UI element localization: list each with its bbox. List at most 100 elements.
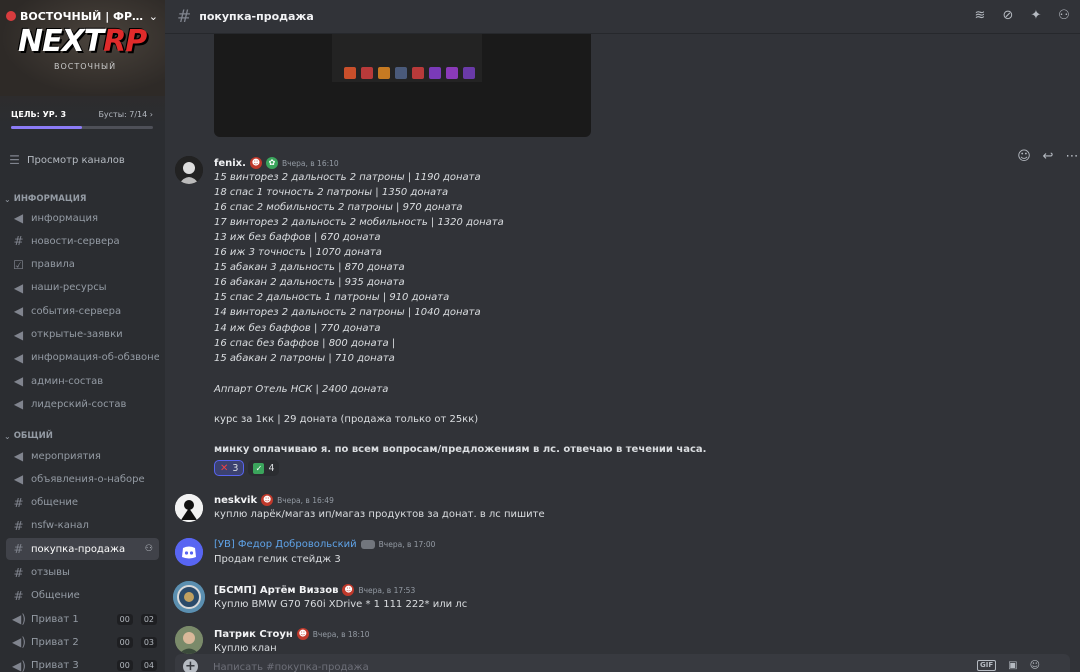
channel-label: открытые-заявки: [31, 329, 123, 340]
role-badge-icon: ☻: [342, 584, 355, 596]
channel-label: отзывы: [31, 567, 70, 578]
avatar[interactable]: [175, 494, 203, 522]
browse-channels-button[interactable]: ☰ Просмотр каналов: [8, 150, 158, 170]
sidebar-channel[interactable]: ◀) Приват 1 00 02: [6, 608, 159, 630]
sticker-icon[interactable]: ▣: [1008, 660, 1017, 671]
inventory-slot: [378, 67, 390, 79]
message-header: [УВ] Федор Добровольский Вчера, в 17:00: [214, 539, 435, 550]
message-line: 16 спас 2 мобильность 2 патроны | 970 до…: [214, 202, 463, 214]
avatar[interactable]: [175, 156, 203, 184]
hash-icon: #: [13, 542, 24, 557]
hash-icon: #: [13, 495, 24, 510]
server-name-row[interactable]: ВОСТОЧНЫЙ | ФРА... ⌄: [6, 8, 158, 24]
message-header: neskvik ☻ Вчера, в 16:49: [214, 494, 334, 506]
message-input[interactable]: [213, 659, 913, 672]
nitro-badge-icon: ✿: [265, 157, 278, 169]
more-options-icon[interactable]: ⋯: [1065, 149, 1079, 164]
timestamp: Вчера, в 16:49: [277, 495, 334, 505]
reply-icon[interactable]: ↩: [1041, 149, 1055, 164]
sidebar-channel[interactable]: # nsfw-канал: [6, 515, 159, 537]
image-attachment[interactable]: [214, 34, 591, 137]
message-line: 17 винторез 2 дальность 2 мобильность | …: [214, 217, 504, 229]
sidebar-channel[interactable]: ◀) Приват 3 00 04: [6, 655, 159, 672]
sidebar-channel[interactable]: # покупка-продажа ⚇: [6, 538, 159, 561]
discord-logo-icon: [175, 538, 203, 566]
server-logo: NEXTRP: [18, 24, 147, 59]
rules-icon: ☑: [13, 257, 24, 272]
sidebar-channel[interactable]: # отзывы: [6, 562, 159, 584]
inventory-slot: [344, 67, 356, 79]
sidebar-channel[interactable]: ◀ мероприятия: [6, 445, 159, 467]
channel-label: админ-состав: [31, 375, 104, 387]
megaphone-icon: ◀: [13, 211, 24, 225]
megaphone-icon: ◀: [13, 397, 24, 412]
member-list-icon[interactable]: ⚇: [1056, 8, 1072, 24]
sidebar-channel[interactable]: ◀ информация: [6, 207, 159, 229]
channel-label: объявления-о-наборе: [31, 473, 145, 485]
add-reaction-icon[interactable]: ☺: [1017, 149, 1031, 164]
composer-toolbar: GIF ▣ ☺: [976, 660, 1040, 671]
role-badge-icon: ☻: [261, 494, 274, 506]
sidebar-channel[interactable]: ◀ информация-об-обзвоне: [6, 347, 159, 369]
channel-title: покупка-продажа: [199, 10, 314, 23]
attachment-preview: [332, 34, 482, 82]
channel-label: Приват 2: [31, 636, 79, 648]
server-header[interactable]: ВОСТОЧНЫЙ | ФРА... ⌄ NEXTRP ВОСТОЧНЫЙ ЦЕ…: [0, 0, 165, 129]
sidebar-channel[interactable]: ◀) Приват 2 00 03: [6, 631, 159, 653]
megaphone-icon: ◀: [13, 304, 24, 319]
reaction-check[interactable]: ✓ 4: [248, 460, 280, 476]
avatar[interactable]: [175, 626, 203, 654]
sidebar-channel[interactable]: ☑ правила: [6, 254, 159, 276]
inventory-slot: [361, 67, 373, 79]
avatar[interactable]: [173, 581, 205, 613]
server-icon: [6, 11, 16, 21]
chevron-down-icon: ⌄: [4, 194, 11, 204]
emoji-icon[interactable]: ☺: [1030, 660, 1040, 671]
sidebar-channel[interactable]: # новости-сервера: [6, 230, 159, 252]
sidebar-channel[interactable]: ◀ наши-ресурсы: [6, 277, 159, 299]
sidebar-channel[interactable]: ◀ события-сервера: [6, 300, 159, 322]
invite-member-icon[interactable]: ⚇: [145, 544, 153, 554]
author-name[interactable]: neskvik: [214, 495, 257, 506]
message-text: Продам гелик стейдж 3: [214, 554, 341, 565]
message-hover-actions: ☺ ↩ ⋯: [1017, 149, 1079, 164]
user-limit-badge: 03: [140, 636, 157, 648]
timestamp: Вчера, в 17:53: [358, 585, 416, 595]
author-name[interactable]: [УВ] Федор Добровольский: [214, 539, 357, 550]
avatar-image-icon: [175, 626, 203, 654]
role-badge-icon: ☻: [249, 157, 262, 169]
inventory-slot: [412, 67, 424, 79]
author-name[interactable]: Патрик Стоун: [214, 629, 293, 640]
gif-icon[interactable]: GIF: [976, 660, 997, 671]
avatar[interactable]: [175, 538, 203, 566]
category-info[interactable]: ⌄ ИНФОРМАЦИЯ: [4, 192, 86, 206]
chevron-down-icon[interactable]: ⌄: [149, 10, 158, 23]
browse-channels-icon: ☰: [9, 153, 20, 167]
channel-label: мероприятия: [31, 450, 101, 462]
message-line: курс за 1кк | 29 доната (продажа только …: [214, 414, 479, 425]
author-name[interactable]: [БСМП] Артём Виззов: [214, 585, 338, 596]
browse-channels-label: Просмотр каналов: [27, 154, 125, 166]
category-general[interactable]: ⌄ ОБЩИЙ: [4, 429, 53, 443]
hash-icon: #: [177, 6, 192, 27]
logo-subtitle: ВОСТОЧНЫЙ: [54, 62, 117, 71]
add-attachment-icon[interactable]: +: [183, 659, 198, 672]
sidebar-channel[interactable]: ◀ открытые-заявки: [6, 324, 159, 346]
notification-bell-icon[interactable]: ⊘: [1000, 8, 1016, 24]
message-fenix: fenix. ☻ ✿ Вчера, в 16:10 15 винторез 2 …: [165, 152, 1080, 482]
threads-icon[interactable]: ≋: [972, 8, 988, 24]
boost-goal-row[interactable]: ЦЕЛЬ: УР. 3 Бусты: 7/14 ›: [11, 108, 153, 120]
sidebar-channel[interactable]: ◀ объявления-о-наборе: [6, 468, 159, 490]
sidebar-channel[interactable]: ◀ лидерский-состав: [6, 393, 159, 415]
message-line: 15 абакан 2 патроны | 710 доната: [214, 352, 395, 364]
reaction-cross[interactable]: ✕ 3: [214, 460, 245, 476]
sidebar-channel[interactable]: ◀ админ-состав: [6, 370, 159, 392]
author-name[interactable]: fenix.: [214, 158, 246, 169]
sidebar-channel[interactable]: # общение: [6, 492, 159, 514]
category-label: ОБЩИЙ: [13, 431, 53, 441]
sidebar-channel[interactable]: # Общение: [6, 585, 159, 607]
pin-icon[interactable]: ✦: [1028, 8, 1044, 24]
category-label: ИНФОРМАЦИЯ: [13, 194, 87, 204]
user-limit-badge: 02: [140, 613, 157, 625]
message-neskvik: neskvik ☻ Вчера, в 16:49 куплю ларёк/маг…: [165, 490, 1080, 530]
